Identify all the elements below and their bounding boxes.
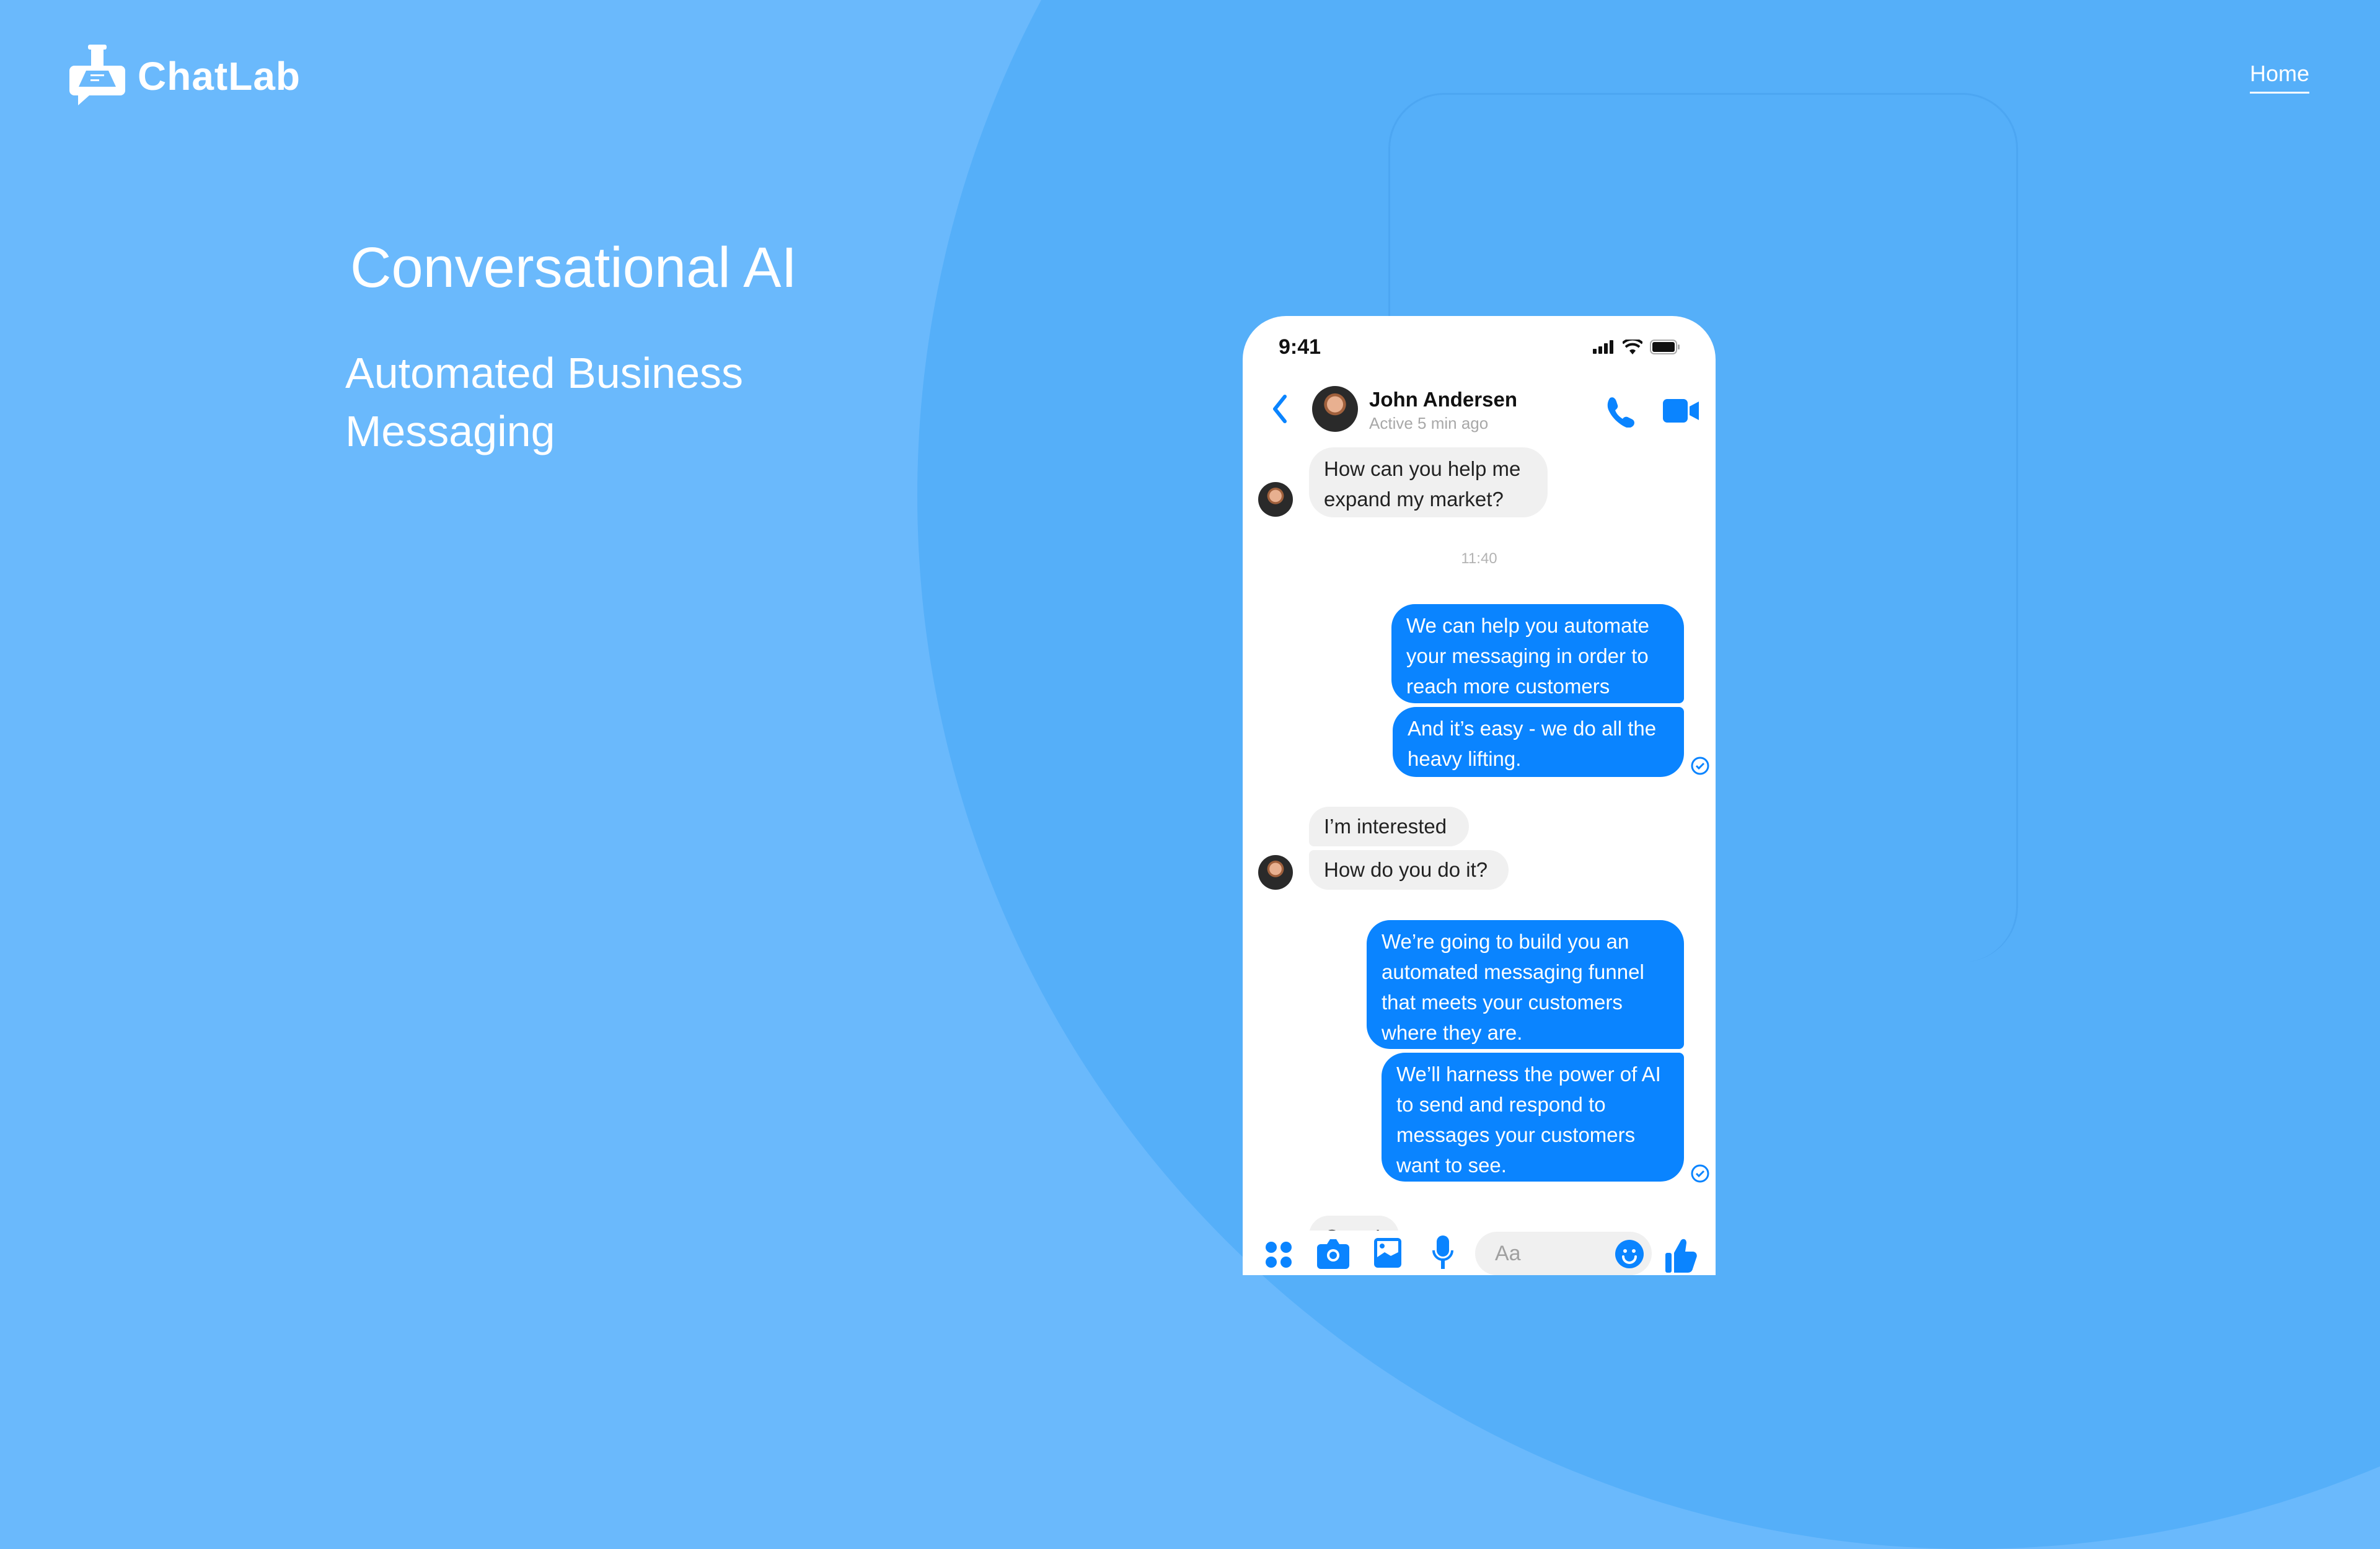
status-time: 9:41: [1279, 335, 1321, 359]
nav-home-link[interactable]: Home: [2250, 61, 2310, 94]
chat-header: John Andersen Active 5 min ago: [1243, 372, 1716, 440]
contact-avatar[interactable]: [1312, 386, 1358, 432]
emoji-icon[interactable]: [1615, 1239, 1644, 1269]
message-bubble-outgoing: We can help you automate your messaging …: [1391, 604, 1684, 703]
delivered-check-icon: [1691, 1164, 1709, 1183]
hero-title: Conversational AI: [350, 236, 798, 299]
signal-icon: [1593, 340, 1613, 354]
message-bubble-outgoing: We’ll harness the power of AI to send an…: [1382, 1053, 1684, 1182]
gallery-icon[interactable]: [1373, 1237, 1403, 1269]
status-bar: 9:41: [1279, 328, 1680, 366]
message-input-field[interactable]: [1475, 1232, 1652, 1275]
delivered-check-icon: [1691, 757, 1709, 775]
contact-avatar-small: [1258, 855, 1293, 890]
message-bubble-incoming: I’m interested: [1309, 807, 1469, 846]
phone-mockup: 9:41 John Andersen Active 5 min ago How …: [1243, 316, 1716, 1275]
back-chevron-icon[interactable]: [1267, 390, 1292, 428]
battery-icon: [1650, 340, 1680, 354]
flask-chat-icon: [69, 45, 125, 105]
message-bubble-incoming: How do you do it?: [1309, 850, 1509, 890]
message-bubble-incoming: How can you help me expand my market?: [1309, 447, 1548, 517]
hero-subtitle: Automated Business Messaging: [345, 349, 744, 455]
camera-icon[interactable]: [1317, 1238, 1349, 1269]
message-bubble-outgoing: And it’s easy - we do all the heavy lift…: [1393, 707, 1684, 777]
message-bubble-outgoing: We’re going to build you an automated me…: [1367, 920, 1684, 1049]
brand-logo[interactable]: ChatLab: [69, 43, 301, 109]
video-call-icon[interactable]: [1663, 397, 1700, 425]
brand-name: ChatLab: [138, 54, 301, 99]
message-composer: [1243, 1232, 1716, 1275]
message-input[interactable]: [1494, 1241, 1608, 1266]
phone-call-icon[interactable]: [1604, 395, 1636, 428]
message-timestamp: 11:40: [1461, 550, 1497, 567]
microphone-icon[interactable]: [1432, 1235, 1454, 1270]
more-apps-icon[interactable]: [1264, 1240, 1293, 1269]
wifi-icon: [1623, 340, 1642, 354]
contact-name[interactable]: John Andersen: [1369, 388, 1517, 411]
contact-status: Active 5 min ago: [1369, 414, 1489, 432]
contact-avatar-small: [1258, 482, 1293, 517]
thumbs-up-icon[interactable]: [1665, 1235, 1698, 1273]
